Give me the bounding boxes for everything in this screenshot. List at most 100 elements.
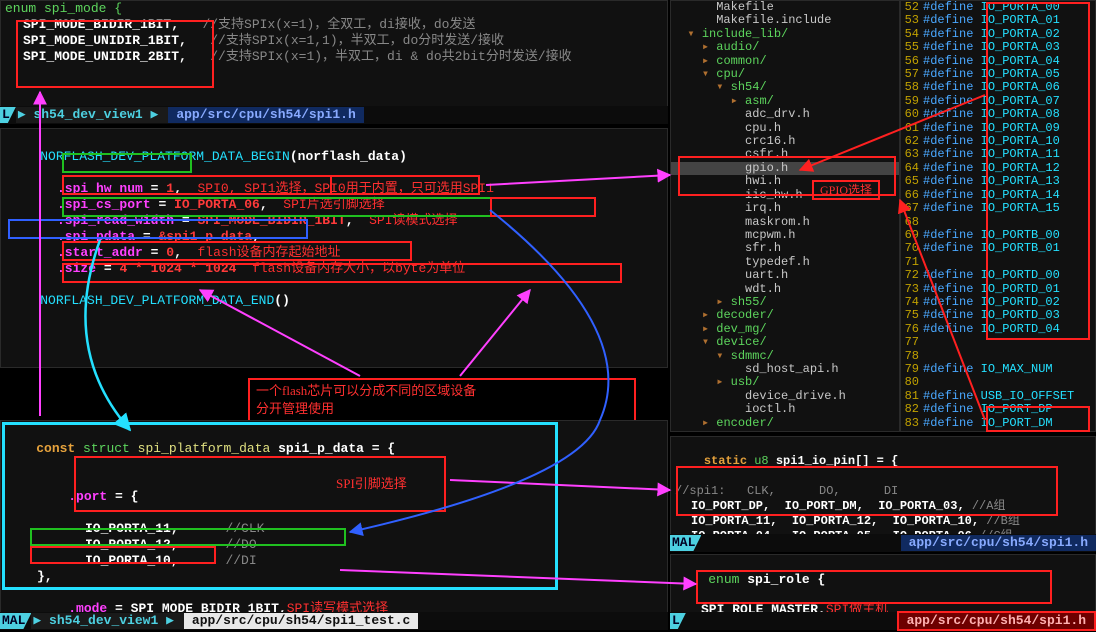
norflash-field: .size = 4 * 1024 * 1024 flash设备内存大小，以byt… <box>57 261 659 277</box>
define-row: 65#define IO_PORTA_13 <box>901 175 1095 188</box>
iopin-row: IO_PORT_DP, IO_PORT_DM, IO_PORTA_03, //A… <box>691 499 1091 514</box>
port-row: IO_PORTA_10, //DI <box>85 553 663 569</box>
statusbar-top-left: L ▶ sh54_dev_view1 ▶ app/src/cpu/sh54/sp… <box>0 106 668 124</box>
mode-seg: L <box>0 107 16 123</box>
io-pin-decl: static u8 spi1_io_pin[] = { <box>675 439 1091 484</box>
define-row: 73#define IO_PORTD_01 <box>901 283 1095 296</box>
iopin-row: IO_PORTA_11, IO_PORTA_12, IO_PORTA_10, /… <box>691 514 1091 529</box>
tree-dir[interactable]: ▸ common/ <box>671 55 899 68</box>
pane-io-pin[interactable]: static u8 spi1_io_pin[] = { //spi1: CLK,… <box>670 436 1096 536</box>
tree-dir[interactable]: ▾ cpu/ <box>671 68 899 81</box>
define-row: 83#define IO_PORT_DM <box>901 417 1095 430</box>
define-row: 76#define IO_PORTD_04 <box>901 323 1095 336</box>
tree-file[interactable]: sd_host_api.h <box>671 363 899 376</box>
tree-dir[interactable]: ▾ sdmmc/ <box>671 350 899 363</box>
tree-file[interactable]: wdt.h <box>671 283 899 296</box>
norflash-end: NORFLASH_DEV_PLATFORM_DATA_END() <box>9 277 659 325</box>
norflash-field: .spi_pdata = &spi1_p_data, <box>57 229 659 245</box>
spi1-decl: const struct spi_platform_data spi1_p_da… <box>5 425 663 473</box>
define-row: 77 <box>901 336 1095 349</box>
tree-file[interactable]: csfr.h <box>671 148 899 161</box>
tree-file[interactable]: sfr.h <box>671 242 899 255</box>
define-row: 74#define IO_PORTD_02 <box>901 296 1095 309</box>
enum-item: SPI_MODE_BIDIR_1BIT, //支持SPIx(x=1)，全双工，d… <box>23 17 667 33</box>
define-row: 60#define IO_PORTA_08 <box>901 108 1095 121</box>
enum-item: SPI_MODE_UNIDIR_1BIT, //支持SPIx(x=1,1)，半双… <box>23 33 667 49</box>
enum-item: SPI_MODE_UNIDIR_2BIT, //支持SPIx(x=1)，半双工，… <box>23 49 667 65</box>
pane-norflash[interactable]: NORFLASH_DEV_PLATFORM_DATA_BEGIN(norflas… <box>0 128 668 368</box>
define-row: 67#define IO_PORTA_15 <box>901 202 1095 215</box>
tree-dir[interactable]: ▾ include_lib/ <box>671 28 899 41</box>
path-seg[interactable]: app/src/cpu/sh54/spi1_test.c <box>184 613 418 629</box>
define-row: 61#define IO_PORTA_09 <box>901 122 1095 135</box>
statusbar-bottom-left: MAL ▶ sh54_dev_view1 ▶ app/src/cpu/sh54/… <box>0 612 668 630</box>
flash-zone-note: 一个flash芯片可以分成不同的区域设备 分开管理使用 <box>248 378 636 422</box>
tree-file[interactable]: ioctl.h <box>671 403 899 416</box>
statusbar-right-2: L app/src/cpu/sh54/spi1.h <box>670 612 1096 630</box>
tree-file[interactable]: device_drive.h <box>671 390 899 403</box>
tree-file[interactable]: cpu.h <box>671 122 899 135</box>
norflash-field: .spi_hw_num = 1, SPI0, SPI1选择，SPI0用于内置，只… <box>57 181 659 197</box>
mode-seg: MAL <box>0 613 31 629</box>
tree-file[interactable]: mcpwm.h <box>671 229 899 242</box>
tree-dir[interactable]: ▸ sh55/ <box>671 296 899 309</box>
define-row: 54#define IO_PORTA_02 <box>901 28 1095 41</box>
path-seg[interactable]: app/src/cpu/sh54/spi1.h <box>168 107 363 123</box>
norflash-field: .spi_read_width = SPI_MODE_BIDIR_1BIT, S… <box>57 213 659 229</box>
define-row: 79#define IO_MAX_NUM <box>901 363 1095 376</box>
view-seg: ▶ sh54_dev_view1 ▶ <box>16 107 169 123</box>
define-row: 55#define IO_PORTA_03 <box>901 41 1095 54</box>
pane-file-tree[interactable]: Makefile Makefile.include ▾ include_lib/… <box>670 0 900 432</box>
define-row: 59#define IO_PORTA_07 <box>901 95 1095 108</box>
path-seg[interactable]: app/src/cpu/sh54/spi1.h <box>897 611 1096 631</box>
tree-dir[interactable]: ▸ audio/ <box>671 41 899 54</box>
enum-decl-text: enum spi_mode { <box>5 1 122 16</box>
define-row: 64#define IO_PORTA_12 <box>901 162 1095 175</box>
port-close: }, <box>5 569 663 585</box>
tree-file[interactable]: iic_hw.h <box>671 189 899 202</box>
define-row: 81#define USB_IO_OFFSET <box>901 390 1095 403</box>
tree-file[interactable]: crc16.h <box>671 135 899 148</box>
define-row: 52#define IO_PORTA_00 <box>901 1 1095 14</box>
tree-dir[interactable]: ▸ dev_mg/ <box>671 323 899 336</box>
define-row: 63#define IO_PORTA_11 <box>901 148 1095 161</box>
pane-spi1-pdata[interactable]: const struct spi_platform_data spi1_p_da… <box>0 420 668 614</box>
define-row: 57#define IO_PORTA_05 <box>901 68 1095 81</box>
spi-role-decl: enum spi_role { <box>677 557 1089 602</box>
mode-row: .mode = SPI_MODE_BIDIR_1BIT,SPI读写模式选择 <box>5 585 663 614</box>
define-row: 70#define IO_PORTB_01 <box>901 242 1095 255</box>
tree-file[interactable]: adc_drv.h <box>671 108 899 121</box>
define-row: 69#define IO_PORTB_00 <box>901 229 1095 242</box>
tree-dir[interactable]: ▸ asm/ <box>671 95 899 108</box>
tree-file[interactable]: hwi.h <box>671 175 899 188</box>
define-row: 66#define IO_PORTA_14 <box>901 189 1095 202</box>
tree-file[interactable]: uart.h <box>671 269 899 282</box>
tree-dir[interactable]: ▸ decoder/ <box>671 309 899 322</box>
define-row: 80 <box>901 376 1095 389</box>
tree-file[interactable]: maskrom.h <box>671 216 899 229</box>
path-seg[interactable]: app/src/cpu/sh54/spi1.h <box>901 535 1096 551</box>
define-row: 71 <box>901 256 1095 269</box>
view-seg: ▶ sh54_dev_view1 ▶ <box>31 613 184 629</box>
statusbar-right-1: MAL app/src/cpu/sh54/spi1.h <box>670 534 1096 552</box>
define-row: 68 <box>901 216 1095 229</box>
tree-dir[interactable]: ▾ sh54/ <box>671 81 899 94</box>
norflash-field: .start_addr = 0, flash设备内存起始地址 <box>57 245 659 261</box>
pane-enum-spi-role[interactable]: enum spi_role { SPI_ROLE_MASTER,SPI做主机SP… <box>670 554 1096 614</box>
tree-file[interactable]: Makefile.include <box>671 14 899 27</box>
tree-dir[interactable]: ▸ encoder/ <box>671 417 899 430</box>
norflash-begin: NORFLASH_DEV_PLATFORM_DATA_BEGIN(norflas… <box>9 133 659 181</box>
define-row: 78 <box>901 350 1095 363</box>
define-row: 56#define IO_PORTA_04 <box>901 55 1095 68</box>
tree-dir[interactable]: ▸ usb/ <box>671 376 899 389</box>
tree-file[interactable]: irq.h <box>671 202 899 215</box>
port-row: IO_PORTA_11, //CLK <box>85 521 663 537</box>
tree-file[interactable]: typedef.h <box>671 256 899 269</box>
define-row: 53#define IO_PORTA_01 <box>901 14 1095 27</box>
tree-dir[interactable]: ▾ device/ <box>671 336 899 349</box>
pane-defines[interactable]: 52#define IO_PORTA_0053#define IO_PORTA_… <box>900 0 1096 432</box>
enum-decl: enum spi_mode { <box>1 1 667 17</box>
tree-file[interactable]: Makefile <box>671 1 899 14</box>
tree-file[interactable]: gpio.h <box>671 162 899 175</box>
define-row: 72#define IO_PORTD_00 <box>901 269 1095 282</box>
